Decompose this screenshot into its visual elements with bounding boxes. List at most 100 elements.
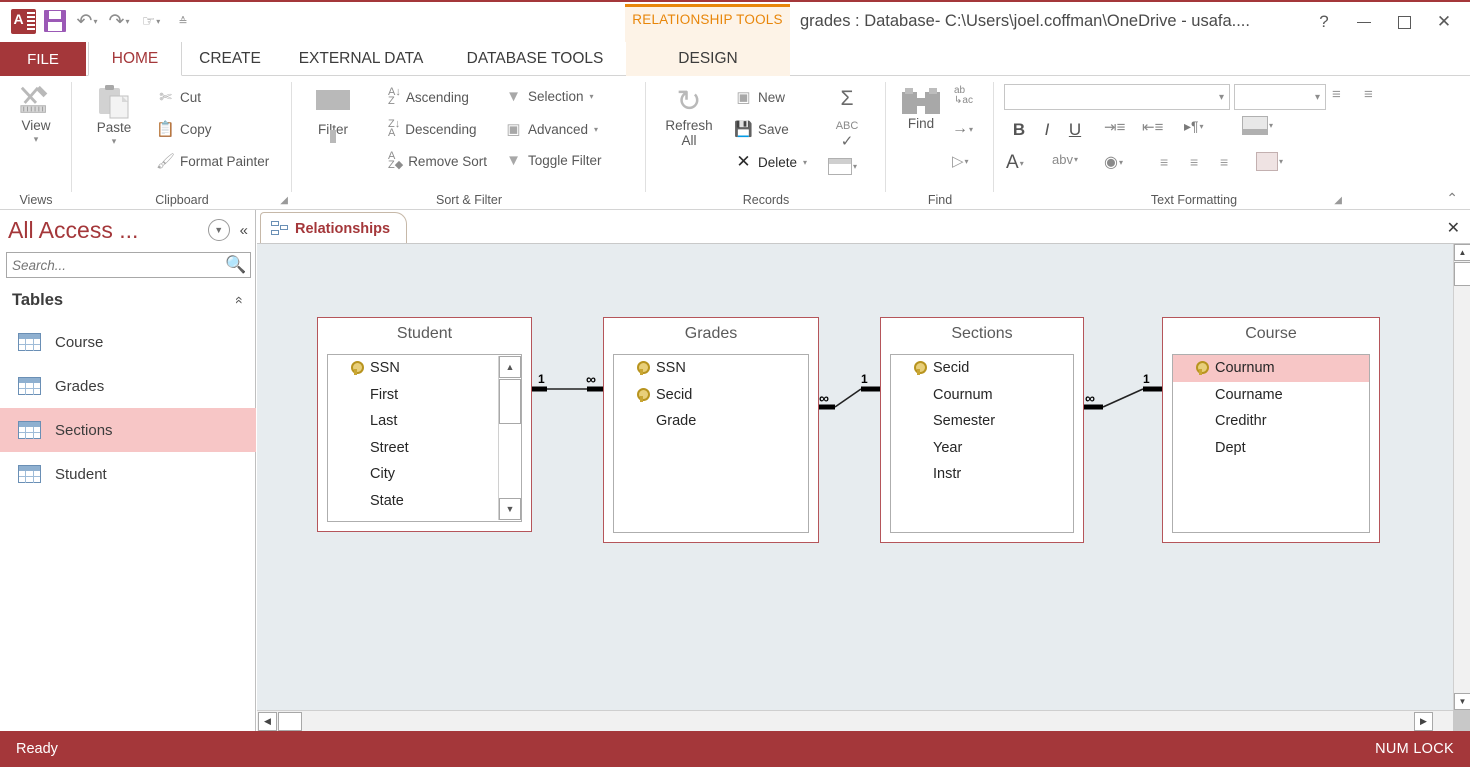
go-to-button[interactable]: → ▾ <box>952 120 973 138</box>
font-name-chevron-down-icon[interactable]: ▾ <box>1219 92 1224 103</box>
descending-button[interactable]: Z↓ A Descending <box>388 119 477 139</box>
close-document-icon[interactable]: ✕ <box>1447 218 1460 238</box>
scroll-down-button[interactable]: ▼ <box>499 498 521 520</box>
view-button[interactable]: View ▾ <box>8 84 64 145</box>
gridlines-button[interactable]: ▾ <box>1242 116 1273 135</box>
relationships-canvas[interactable]: 1 ∞ ∞ 1 ∞ 1 Student SSN First Last Stree… <box>257 244 1453 710</box>
text-formatting-dialog-launcher[interactable]: ◢ <box>1334 195 1342 206</box>
text-direction-button[interactable]: ▸¶ ▾ <box>1184 118 1204 135</box>
relationship-table-sections[interactable]: Sections Secid Cournum Semester Year Ins… <box>880 317 1084 543</box>
search-box[interactable]: 🔍 <box>6 252 251 278</box>
canvas-scroll-left-button[interactable]: ◀ <box>258 712 277 731</box>
tab-relationships[interactable]: Relationships <box>260 212 408 244</box>
field-row[interactable]: Cournum <box>891 382 1073 409</box>
field-row[interactable]: Dept <box>1173 435 1369 462</box>
more-records-dropdown-icon[interactable]: ▾ <box>853 162 857 171</box>
remove-sort-button[interactable]: A Z◆ Remove Sort <box>388 151 487 171</box>
selection-dropdown-icon[interactable]: ▾ <box>590 92 594 101</box>
toggle-filter-button[interactable]: ▼ Toggle Filter <box>504 152 601 169</box>
highlight-button[interactable]: abv ▾ <box>1052 152 1078 167</box>
selection-button[interactable]: ▼ Selection ▾ <box>504 88 594 105</box>
tab-home[interactable]: HOME <box>88 42 182 76</box>
tab-create[interactable]: CREATE <box>182 42 278 76</box>
font-name-select[interactable]: ▾ <box>1004 84 1230 110</box>
save-record-button[interactable]: 💾 Save <box>734 120 789 138</box>
canvas-vertical-scrollbar[interactable]: ▲ ▼ <box>1453 244 1470 710</box>
field-row[interactable]: Secid <box>891 355 1073 382</box>
font-size-select[interactable]: ▾ <box>1234 84 1326 110</box>
field-row[interactable]: SSN <box>614 355 808 382</box>
clipboard-dialog-launcher[interactable]: ◢ <box>280 195 288 206</box>
minimize-button[interactable] <box>1344 6 1384 38</box>
refresh-all-button[interactable]: ↻ Refresh All <box>654 86 724 149</box>
field-row[interactable]: Last <box>328 408 521 435</box>
relationship-table-course[interactable]: Course Cournum Courname Credithr Dept <box>1162 317 1380 543</box>
replace-button[interactable]: ab ↳ac <box>954 86 973 106</box>
touch-mode-icon[interactable]: ☞ ▾ <box>136 6 166 36</box>
sidebar-item-student[interactable]: Student <box>0 452 256 496</box>
cut-button[interactable]: ✄ Cut <box>156 88 201 106</box>
canvas-scroll-up-button[interactable]: ▲ <box>1454 244 1470 261</box>
nav-group-collapse-icon[interactable]: « <box>232 296 248 304</box>
alternate-row-color-button[interactable]: ▾ <box>1256 152 1283 171</box>
totals-button[interactable]: Σ <box>832 86 862 112</box>
field-row[interactable]: Street <box>328 435 521 462</box>
field-row[interactable]: Semester <box>891 408 1073 435</box>
field-row[interactable]: Year <box>891 435 1073 462</box>
tab-external-data[interactable]: EXTERNAL DATA <box>278 42 444 76</box>
save-icon[interactable] <box>40 6 70 36</box>
search-icon[interactable]: 🔍 <box>222 255 250 275</box>
more-records-button[interactable]: ▾ <box>828 158 857 175</box>
search-input[interactable] <box>7 257 222 273</box>
view-dropdown-icon[interactable]: ▾ <box>34 134 39 145</box>
field-row[interactable]: State <box>328 488 521 515</box>
shutter-dropdown-icon[interactable]: ▼ <box>207 219 230 241</box>
align-center-button[interactable]: ≡ <box>1190 154 1198 170</box>
scroll-thumb[interactable] <box>499 379 521 424</box>
tab-file[interactable]: FILE <box>0 42 86 76</box>
font-size-chevron-down-icon[interactable]: ▾ <box>1315 92 1320 103</box>
field-row[interactable]: Credithr <box>1173 408 1369 435</box>
align-right-button[interactable]: ≡ <box>1220 154 1228 170</box>
delete-record-button[interactable]: ✕ Delete ▾ <box>734 152 807 172</box>
spelling-button[interactable]: ABC ✓ <box>828 116 866 154</box>
customize-qat-icon[interactable]: ≙ <box>168 6 198 36</box>
relationship-table-grades[interactable]: Grades SSN Secid Grade <box>603 317 819 543</box>
bullets-button[interactable]: ≡ <box>1332 86 1341 103</box>
canvas-scroll-down-button[interactable]: ▼ <box>1454 693 1470 710</box>
numbering-button[interactable]: ≡ <box>1364 86 1373 103</box>
ascending-button[interactable]: A↓ Z Ascending <box>388 87 469 107</box>
relationship-table-student[interactable]: Student SSN First Last Street City State… <box>317 317 532 532</box>
field-row[interactable]: Instr <box>891 461 1073 488</box>
undo-icon[interactable]: ↶ ▾ <box>72 6 102 36</box>
tab-database-tools[interactable]: DATABASE TOOLS <box>444 42 626 76</box>
fill-color-button[interactable]: ◉ ▾ <box>1104 152 1123 172</box>
collapse-ribbon-button[interactable]: ⌃ <box>1446 190 1458 207</box>
field-list[interactable]: Secid Cournum Semester Year Instr <box>890 354 1074 533</box>
field-list[interactable]: SSN First Last Street City State ▲ ▼ <box>327 354 522 522</box>
sidebar-item-grades[interactable]: Grades <box>0 364 256 408</box>
decrease-indent-button[interactable]: ⇤≡ <box>1142 118 1163 136</box>
field-row[interactable]: First <box>328 382 521 409</box>
field-row[interactable]: Courname <box>1173 382 1369 409</box>
help-button[interactable]: ? <box>1304 6 1344 38</box>
maximize-button[interactable] <box>1384 6 1424 38</box>
field-list[interactable]: SSN Secid Grade <box>613 354 809 533</box>
select-button[interactable]: ▷ ▾ <box>952 152 969 170</box>
align-left-button[interactable]: ≡ <box>1160 154 1168 170</box>
redo-icon[interactable]: ↷ ▾ <box>104 6 134 36</box>
underline-button[interactable]: U <box>1064 118 1086 142</box>
tab-design[interactable]: DESIGN <box>626 42 790 76</box>
canvas-scroll-right-button[interactable]: ▶ <box>1414 712 1433 731</box>
field-row[interactable]: City <box>328 461 521 488</box>
scroll-up-button[interactable]: ▲ <box>499 356 521 378</box>
field-row[interactable]: SSN <box>328 355 521 382</box>
bold-button[interactable]: B <box>1008 118 1030 142</box>
advanced-button[interactable]: ▣ Advanced ▾ <box>504 120 598 138</box>
filter-button[interactable]: Filter <box>304 90 362 143</box>
field-list-scrollbar[interactable]: ▲ ▼ <box>498 356 521 520</box>
paste-dropdown-icon[interactable]: ▾ <box>112 136 117 147</box>
field-row-selected[interactable]: Cournum <box>1173 355 1369 382</box>
copy-button[interactable]: 📋 Copy <box>156 120 211 138</box>
collapse-navigation-pane-icon[interactable]: « <box>240 222 248 239</box>
